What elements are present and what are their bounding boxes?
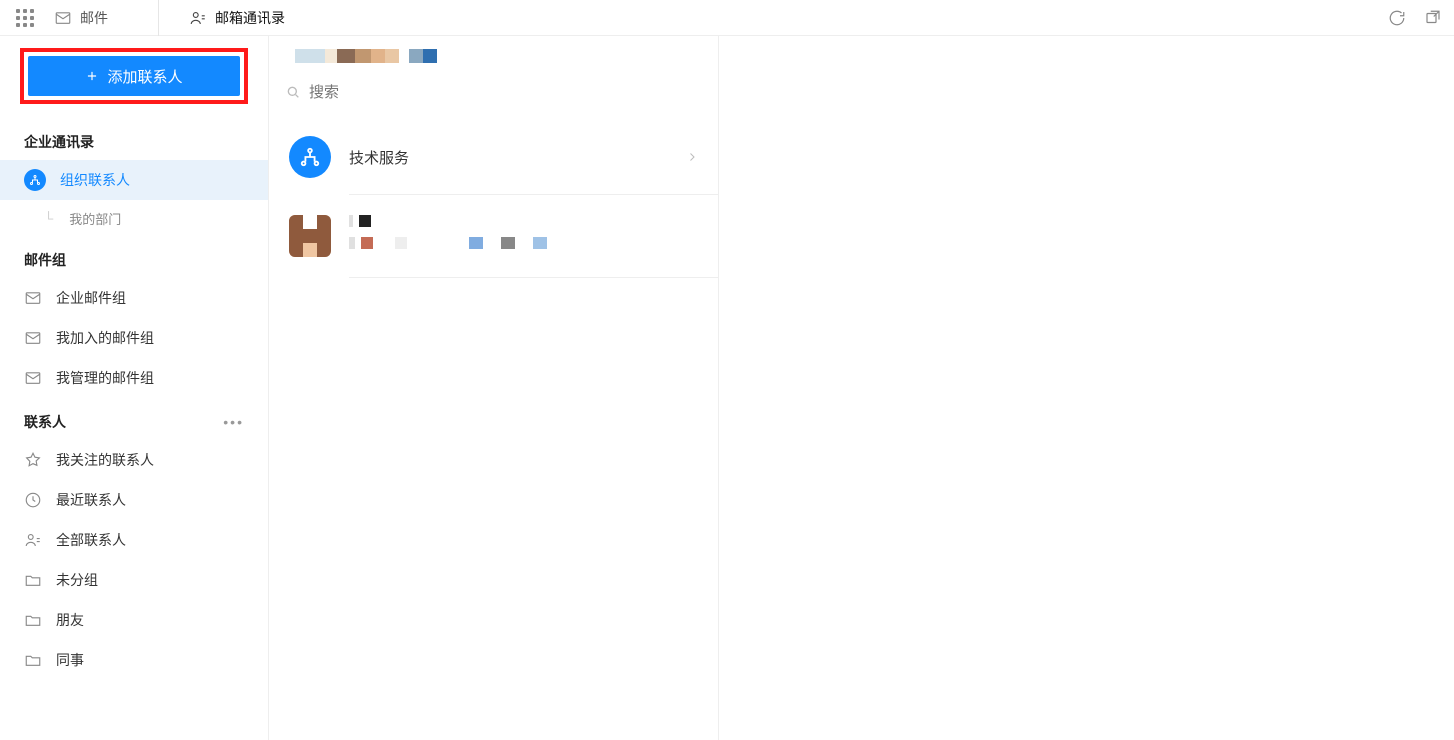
add-contact-highlight: 添加联系人 bbox=[20, 48, 248, 104]
contact-list-panel: 技术服务 bbox=[269, 36, 719, 740]
section-title-contacts: 联系人 ••• bbox=[0, 398, 268, 440]
contact-row[interactable] bbox=[269, 195, 718, 277]
add-contact-button[interactable]: 添加联系人 bbox=[28, 56, 240, 96]
sidebar-item-label: 同事 bbox=[56, 650, 84, 670]
department-name: 技术服务 bbox=[349, 147, 668, 168]
sidebar-item-label: 朋友 bbox=[56, 610, 84, 630]
sidebar-item-colleagues[interactable]: 同事 bbox=[0, 640, 268, 680]
clock-icon bbox=[24, 491, 42, 509]
add-contact-label: 添加联系人 bbox=[107, 66, 182, 87]
org-tree-icon bbox=[24, 169, 46, 191]
folder-icon bbox=[24, 571, 42, 589]
contacts-icon bbox=[189, 9, 207, 27]
nav-contacts[interactable]: 邮箱通讯录 bbox=[189, 8, 285, 28]
org-tree-icon bbox=[289, 136, 331, 178]
chevron-right-icon bbox=[686, 151, 698, 163]
divider bbox=[349, 277, 718, 278]
avatar bbox=[289, 215, 331, 257]
sidebar-item-joined-mailgroup[interactable]: 我加入的邮件组 bbox=[0, 318, 268, 358]
nav-divider bbox=[158, 0, 159, 36]
contact-info bbox=[349, 215, 698, 249]
mail-icon bbox=[54, 9, 72, 27]
search-input[interactable] bbox=[309, 84, 702, 101]
mail-icon bbox=[24, 329, 42, 347]
top-bar: 邮件 邮箱通讯录 bbox=[0, 0, 1454, 36]
plus-icon bbox=[85, 69, 99, 83]
star-icon bbox=[24, 451, 42, 469]
redacted-breadcrumb bbox=[295, 49, 437, 63]
apps-grid-icon[interactable] bbox=[16, 9, 34, 27]
sidebar-item-label: 我的部门 bbox=[69, 209, 121, 228]
sidebar-item-org-contacts[interactable]: 组织联系人 bbox=[0, 160, 268, 200]
sidebar-item-followed-contacts[interactable]: 我关注的联系人 bbox=[0, 440, 268, 480]
sidebar-item-label: 未分组 bbox=[56, 570, 98, 590]
sidebar-item-all-contacts[interactable]: 全部联系人 bbox=[0, 520, 268, 560]
nav-mail-label: 邮件 bbox=[80, 8, 108, 28]
folder-icon bbox=[24, 611, 42, 629]
open-external-icon[interactable] bbox=[1424, 9, 1442, 27]
nav-contacts-label: 邮箱通讯录 bbox=[215, 8, 285, 28]
sidebar-item-my-dept[interactable]: 我的部门 bbox=[0, 200, 268, 236]
sidebar-item-ungrouped[interactable]: 未分组 bbox=[0, 560, 268, 600]
folder-icon bbox=[24, 651, 42, 669]
sidebar-item-label: 我关注的联系人 bbox=[56, 450, 154, 470]
breadcrumb bbox=[269, 36, 718, 76]
refresh-icon[interactable] bbox=[1388, 9, 1406, 27]
redacted-line-1 bbox=[349, 215, 698, 227]
mail-icon bbox=[24, 289, 42, 307]
sidebar: 添加联系人 企业通讯录 组织联系人 我的部门 邮件组 企业邮 bbox=[0, 36, 269, 740]
mail-icon bbox=[24, 369, 42, 387]
sidebar-item-managed-mailgroup[interactable]: 我管理的邮件组 bbox=[0, 358, 268, 398]
sidebar-item-label: 全部联系人 bbox=[56, 530, 126, 550]
section-title-enterprise: 企业通讯录 bbox=[0, 118, 268, 160]
sidebar-item-label: 我管理的邮件组 bbox=[56, 368, 154, 388]
section-title-mailgroups: 邮件组 bbox=[0, 236, 268, 278]
search-box[interactable] bbox=[285, 76, 702, 108]
sidebar-item-label: 我加入的邮件组 bbox=[56, 328, 154, 348]
department-row[interactable]: 技术服务 bbox=[269, 120, 718, 194]
sidebar-item-enterprise-mailgroup[interactable]: 企业邮件组 bbox=[0, 278, 268, 318]
sidebar-item-label: 组织联系人 bbox=[60, 170, 130, 190]
search-icon bbox=[285, 84, 301, 100]
more-icon[interactable]: ••• bbox=[223, 414, 244, 430]
nav-mail[interactable]: 邮件 bbox=[54, 8, 108, 28]
sidebar-item-friends[interactable]: 朋友 bbox=[0, 600, 268, 640]
person-icon bbox=[24, 531, 42, 549]
sidebar-item-recent-contacts[interactable]: 最近联系人 bbox=[0, 480, 268, 520]
sidebar-item-label: 最近联系人 bbox=[56, 490, 126, 510]
sidebar-item-label: 企业邮件组 bbox=[56, 288, 126, 308]
redacted-line-2 bbox=[349, 237, 698, 249]
detail-pane bbox=[719, 36, 1454, 740]
